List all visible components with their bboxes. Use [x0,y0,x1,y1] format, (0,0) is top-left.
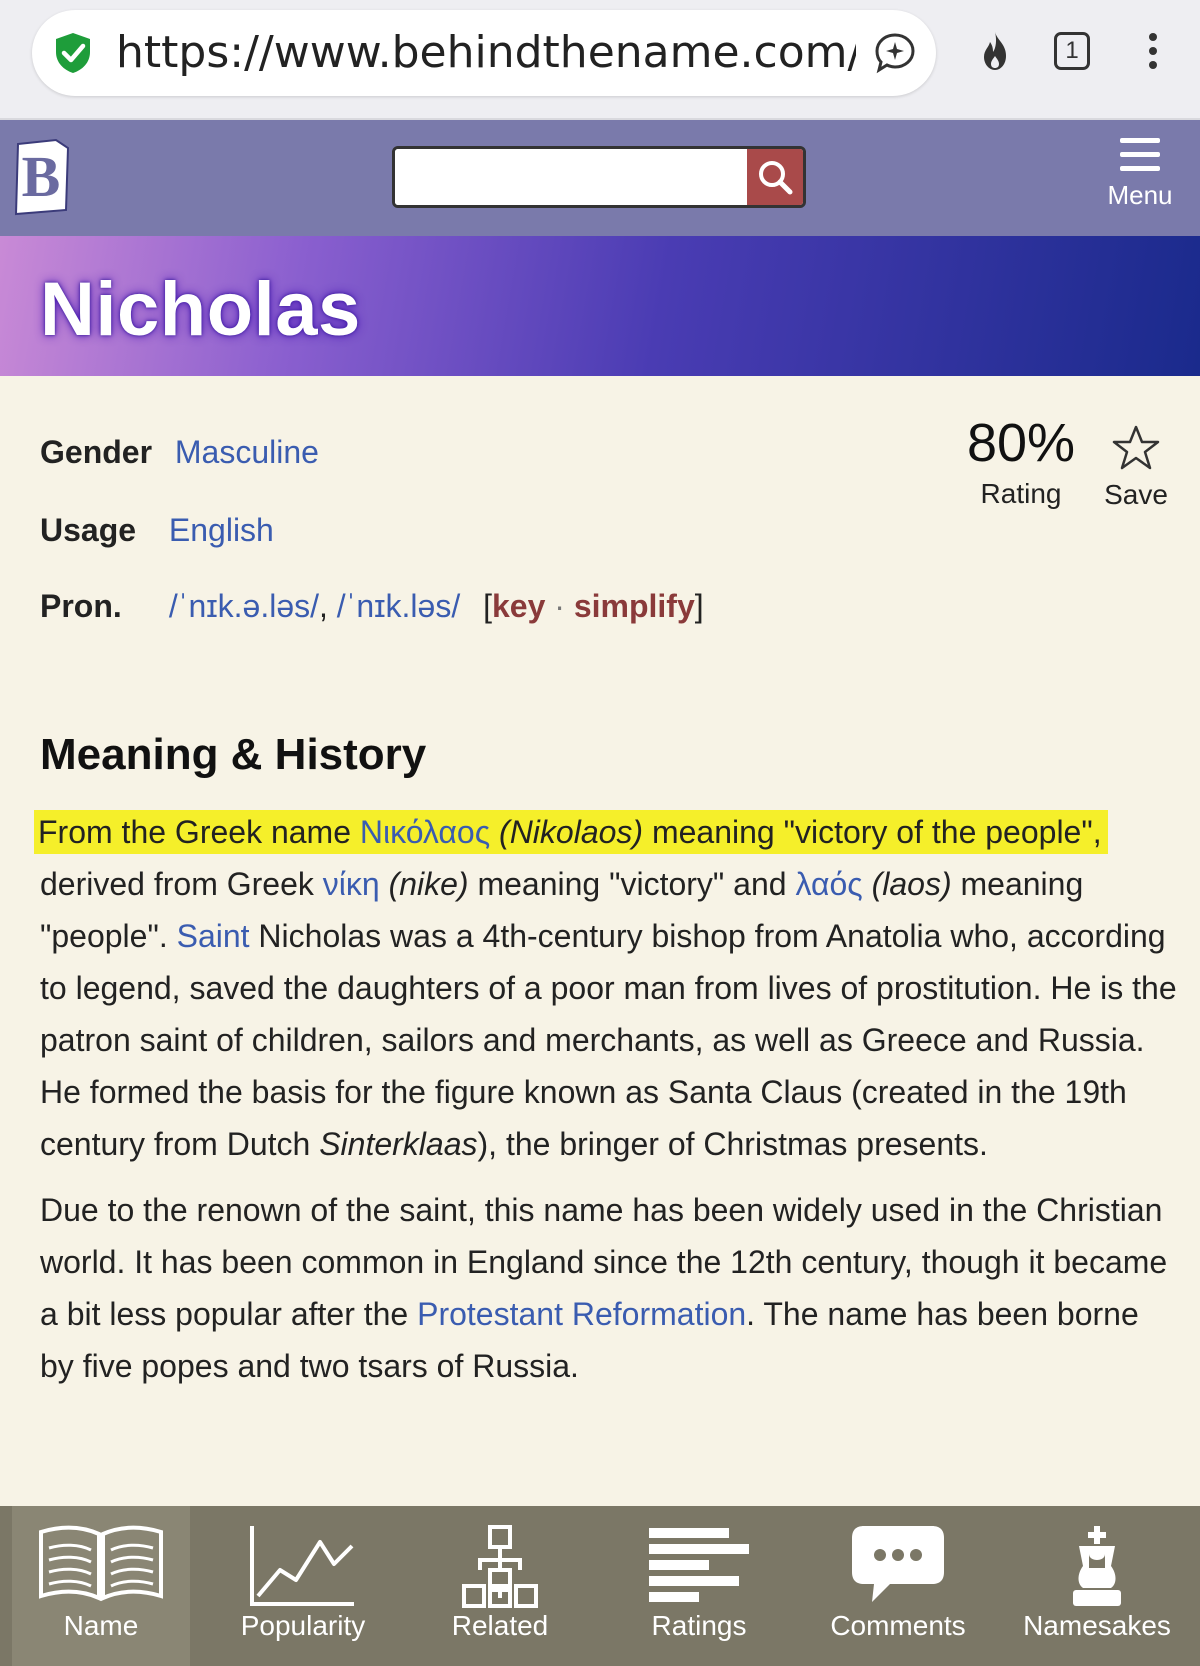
shield-check-icon [56,33,90,73]
bracket-open: [ [483,588,492,624]
text-span: meaning [951,866,1084,902]
text-span: From the Greek name [38,814,360,850]
search-input[interactable] [395,149,747,205]
pron-separator: , [319,588,337,624]
nav-ratings[interactable]: Ratings [604,1506,794,1666]
simplify-link[interactable]: simplify [574,588,695,624]
site-header: B Menu [0,120,1200,236]
nav-label-comments: Comments [830,1610,966,1641]
meaning-paragraph-1: From the Greek name Νικόλαος (Nikolaos) … [34,806,1180,1170]
speech-bubble-icon [852,1526,944,1602]
title-banner: Nicholas [0,236,1200,376]
nike-translit: (nike) [379,866,469,902]
meaning-history-heading: Meaning & History [40,730,427,779]
king-piece-icon [1073,1526,1121,1606]
search-icon [759,161,793,195]
hamburger-icon [1120,138,1160,172]
family-tree-icon [462,1525,538,1608]
rating-label: Rating [980,478,1062,509]
rating-widget[interactable]: 80% Rating [966,412,1076,510]
transliteration: (Nikolaos) [490,814,644,850]
star-icon [1112,425,1160,470]
nav-label-related: Related [451,1610,549,1641]
laos-translit: (laos) [862,866,952,902]
nav-label-popularity: Popularity [240,1610,366,1641]
rating-value: 80% [966,413,1076,473]
tab-count-button[interactable]: 1 [1054,32,1090,70]
bracket-close: ] [694,588,704,624]
line-chart-icon [250,1526,354,1606]
save-label: Save [1104,479,1168,510]
browser-toolbar: https://www.behindthename.com/na 1 [0,0,1200,120]
usage-label: Usage [40,512,137,548]
key-link[interactable]: key [492,588,545,624]
open-book-icon [39,1525,163,1602]
nav-name[interactable]: Name [12,1506,190,1666]
nav-label-namesakes: Namesakes [1023,1610,1171,1641]
logo-letter: B [22,144,61,209]
sinterklaas-text: Sinterklaas [319,1126,478,1162]
pron-link-2[interactable]: /ˈnɪk.ləs/ [337,588,460,624]
bottom-nav: Name Popularity Related Ratings Comments… [0,1506,1200,1666]
assistant-sparkle-icon[interactable] [872,30,918,76]
gender-value-link[interactable]: Masculine [175,434,319,470]
usage-value-link[interactable]: English [169,512,274,548]
page-title: Nicholas [40,267,361,352]
site-logo[interactable]: B [10,138,76,216]
nav-label-ratings: Ratings [651,1610,747,1641]
menu-button[interactable]: Menu [1090,134,1190,224]
nav-namesakes[interactable]: Namesakes [1002,1506,1192,1666]
highlighted-sentence: From the Greek name Νικόλαος (Nikolaos) … [34,810,1108,854]
address-bar[interactable]: https://www.behindthename.com/na [32,10,936,96]
usage-row: Usage English [40,512,274,549]
search-button[interactable] [747,149,803,205]
meaning-paragraph-2: Due to the renown of the saint, this nam… [40,1184,1180,1392]
main-content: 80% Rating Save Gender Masculine Usage E… [0,376,1200,1506]
text-span: meaning "victory" and [468,866,796,902]
gender-label: Gender [40,434,153,470]
bar-list-icon [649,1528,749,1602]
laos-link[interactable]: λαός [795,866,862,902]
text-span: "people". [40,918,177,954]
nike-link[interactable]: νίκη [323,866,380,902]
text-span: derived from Greek [40,866,323,902]
text-span: meaning "victory of the people", [643,814,1102,850]
pronunciation-row: Pron. /ˈnɪk.ə.ləs/, /ˈnɪk.ləs/ [key · si… [40,588,704,625]
search-box [392,146,806,208]
dot-separator: · [545,588,574,624]
protestant-reformation-link[interactable]: Protestant Reformation [417,1296,746,1332]
pron-label: Pron. [40,588,122,624]
save-button[interactable]: Save [1100,424,1172,511]
menu-label: Menu [1107,180,1173,210]
more-vertical-icon[interactable] [1130,28,1176,74]
nav-related[interactable]: Related [410,1506,590,1666]
pron-link-1[interactable]: /ˈnɪk.ə.ləs/ [169,588,319,624]
nav-comments[interactable]: Comments [808,1506,988,1666]
gender-row: Gender Masculine [40,434,319,471]
nav-popularity[interactable]: Popularity [208,1506,398,1666]
fire-icon[interactable] [972,28,1018,74]
greek-name-link[interactable]: Νικόλαος [360,814,490,850]
saint-link[interactable]: Saint [177,918,250,954]
text-span: ), the bringer of Christmas presents. [477,1126,988,1162]
nav-label-name: Name [63,1610,139,1641]
url-text[interactable]: https://www.behindthename.com/na [116,26,856,80]
